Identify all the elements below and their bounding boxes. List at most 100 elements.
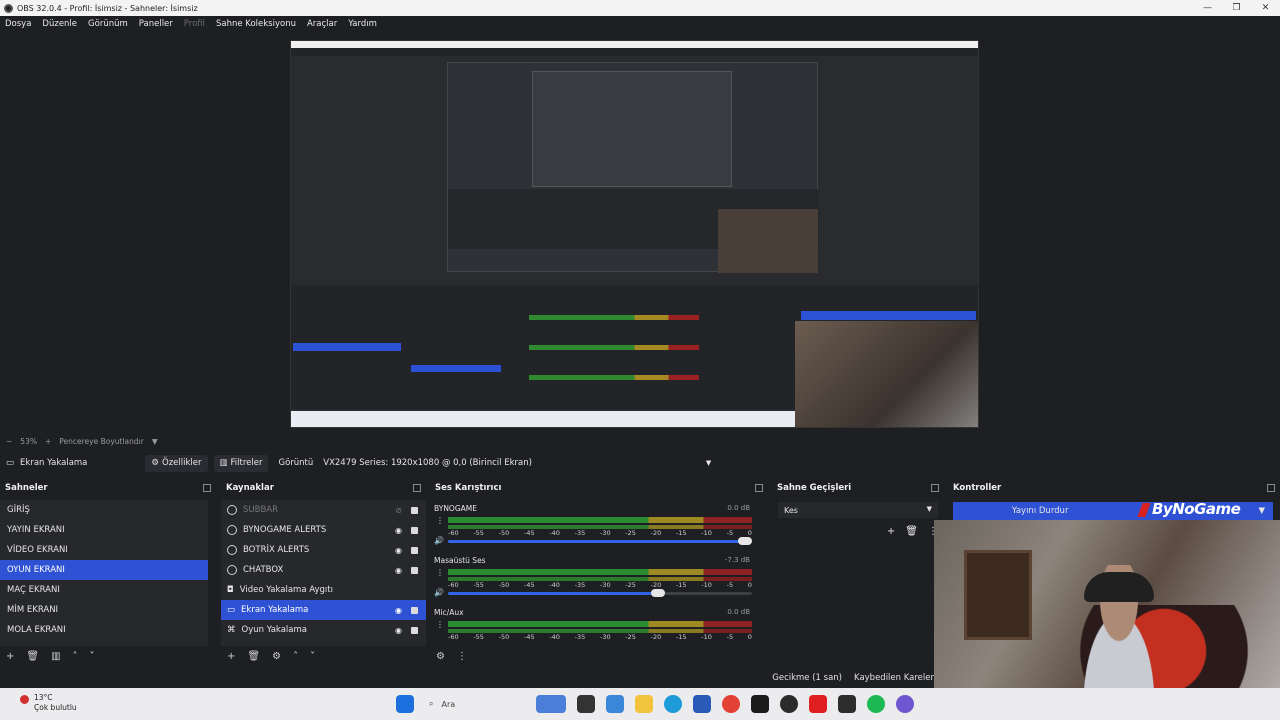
- volume-slider[interactable]: [448, 589, 752, 597]
- lock-icon[interactable]: [411, 626, 418, 634]
- eye-icon[interactable]: ◉: [395, 566, 402, 575]
- undock-icon[interactable]: [755, 484, 763, 492]
- remove-transition-button[interactable]: 🗑: [905, 526, 918, 537]
- move-down-button[interactable]: ˅: [310, 651, 315, 662]
- minimize-button[interactable]: —: [1193, 0, 1222, 16]
- mixer-menu-button[interactable]: ⋮: [457, 651, 467, 662]
- lock-icon[interactable]: [411, 506, 418, 514]
- close-button[interactable]: ✕: [1251, 0, 1280, 16]
- menu-araclar[interactable]: Araçlar: [307, 19, 337, 29]
- task-view-icon[interactable]: [577, 695, 595, 713]
- sources-toolbar: + 🗑 ⚙ ˄ ˅: [221, 646, 426, 666]
- start-button-icon[interactable]: [396, 695, 414, 713]
- flame-icon: [1137, 502, 1151, 517]
- eye-hidden-icon[interactable]: ⊘: [395, 506, 402, 515]
- program-preview[interactable]: [290, 40, 979, 428]
- lock-icon[interactable]: [411, 566, 418, 574]
- move-down-button[interactable]: ˅: [90, 651, 95, 662]
- scene-item-giris[interactable]: GİRİŞ: [0, 500, 208, 520]
- selected-source: ▭ Ekran Yakalama: [0, 454, 87, 472]
- spotify-icon[interactable]: [867, 695, 885, 713]
- source-item-ekran-yakalama[interactable]: ▭ Ekran Yakalama ◉: [221, 600, 426, 620]
- edge-icon[interactable]: [664, 695, 682, 713]
- copilot-icon[interactable]: [606, 695, 624, 713]
- meter-tick-label: -15: [675, 633, 687, 641]
- source-item-botrix-alerts[interactable]: BOTRİX ALERTS ◉: [221, 540, 426, 560]
- menu-paneller[interactable]: Paneller: [139, 19, 173, 29]
- lock-icon[interactable]: [411, 546, 418, 554]
- menu-duzenle[interactable]: Düzenle: [42, 19, 77, 29]
- source-item-oyun-yakalama[interactable]: ⌘ Oyun Yakalama ◉: [221, 620, 426, 640]
- source-properties-button[interactable]: ⚙: [272, 651, 281, 662]
- eye-icon[interactable]: ◉: [395, 546, 402, 555]
- display-select[interactable]: VX2479 Series: 1920x1080 @ 0,0 (Birincil…: [319, 454, 714, 472]
- kebab-icon[interactable]: ⋮: [436, 568, 444, 577]
- source-item-subbar[interactable]: SUBBAR ⊘: [221, 500, 426, 520]
- scene-item-video-ekrani[interactable]: VİDEO EKRANI: [0, 540, 208, 560]
- add-scene-button[interactable]: +: [6, 651, 14, 662]
- app-icon[interactable]: [838, 695, 856, 713]
- add-source-button[interactable]: +: [227, 651, 235, 662]
- taskbar-search[interactable]: ⌕ Ara: [425, 699, 525, 709]
- discord-icon[interactable]: [896, 695, 914, 713]
- file-explorer-icon[interactable]: [635, 695, 653, 713]
- menu-dosya[interactable]: Dosya: [5, 19, 31, 29]
- eye-icon[interactable]: ◉: [395, 526, 402, 535]
- fit-to-window-button[interactable]: Pencereye Boyutlandır: [59, 437, 144, 446]
- eye-icon[interactable]: ◉: [395, 606, 402, 615]
- app-icon[interactable]: [751, 695, 769, 713]
- remove-source-button[interactable]: 🗑: [247, 651, 260, 662]
- add-transition-button[interactable]: +: [887, 526, 895, 537]
- obs-taskbar-icon[interactable]: [780, 695, 798, 713]
- source-item-video-capture[interactable]: ◘ Video Yakalama Aygıtı: [221, 580, 426, 600]
- preview-scene-highlight: [293, 343, 401, 351]
- zoom-out-button[interactable]: −: [6, 437, 12, 446]
- chrome-icon[interactable]: [722, 695, 740, 713]
- speaker-icon[interactable]: 🔊: [434, 588, 444, 597]
- youtube-icon[interactable]: [809, 695, 827, 713]
- slider-knob[interactable]: [738, 537, 752, 545]
- properties-button[interactable]: ⚙ Özellikler: [145, 454, 208, 472]
- transition-select[interactable]: Kes ▼: [778, 502, 938, 518]
- zoom-in-button[interactable]: +: [45, 437, 51, 446]
- move-up-button[interactable]: ˄: [73, 651, 78, 662]
- maximize-button[interactable]: ❐: [1222, 0, 1251, 16]
- weather-widget[interactable]: 13°C Çok bulutlu: [20, 693, 77, 713]
- cap: [1084, 572, 1154, 602]
- scene-item-oyun-ekrani[interactable]: OYUN EKRANI: [0, 560, 208, 580]
- meter-tick-label: -25: [625, 581, 636, 589]
- scene-item-mim-ekrani[interactable]: MİM EKRANI: [0, 600, 208, 620]
- chevron-down-icon[interactable]: ▼: [152, 437, 158, 446]
- menu-yardim[interactable]: Yardım: [348, 19, 377, 29]
- scene-item-mac-ekrani[interactable]: MAÇ EKRANI: [0, 580, 208, 600]
- menu-sahne-koleksiyonu[interactable]: Sahne Koleksiyonu: [216, 19, 296, 29]
- move-up-button[interactable]: ˄: [293, 651, 298, 662]
- menu-profil[interactable]: Profil: [184, 19, 205, 29]
- lock-icon[interactable]: [411, 526, 418, 534]
- eye-icon[interactable]: ◉: [395, 626, 402, 635]
- kebab-icon[interactable]: ⋮: [436, 516, 444, 525]
- channel-name: Masaüstü Ses: [434, 556, 486, 565]
- undock-icon[interactable]: [413, 484, 421, 492]
- source-item-chatbox[interactable]: CHATBOX ◉: [221, 560, 426, 580]
- filters-button[interactable]: ▥ Filtreler: [213, 454, 269, 472]
- kebab-icon[interactable]: ⋮: [436, 620, 444, 629]
- meter-tick-label: -25: [625, 529, 636, 537]
- speaker-icon[interactable]: 🔊: [434, 536, 444, 545]
- scene-item-mola-ekrani[interactable]: MOLA EKRANI: [0, 620, 208, 640]
- undock-icon[interactable]: [931, 484, 939, 492]
- remove-scene-button[interactable]: 🗑: [26, 651, 39, 662]
- store-icon[interactable]: [693, 695, 711, 713]
- lock-icon[interactable]: [411, 606, 418, 614]
- scene-item-yayin-ekrani[interactable]: YAYIN EKRANI: [0, 520, 208, 540]
- chevron-down-icon[interactable]: ▼: [1258, 506, 1265, 516]
- widgets-icon[interactable]: [536, 695, 566, 713]
- scene-filters-button[interactable]: ▥: [51, 651, 60, 662]
- volume-slider[interactable]: [448, 537, 752, 545]
- undock-icon[interactable]: [203, 484, 211, 492]
- menu-gorunum[interactable]: Görünüm: [88, 19, 128, 29]
- undock-icon[interactable]: [1267, 484, 1275, 492]
- mixer-settings-button[interactable]: ⚙: [436, 651, 445, 662]
- source-item-bynogame-alerts[interactable]: BYNOGAME ALERTS ◉: [221, 520, 426, 540]
- slider-knob[interactable]: [651, 589, 665, 597]
